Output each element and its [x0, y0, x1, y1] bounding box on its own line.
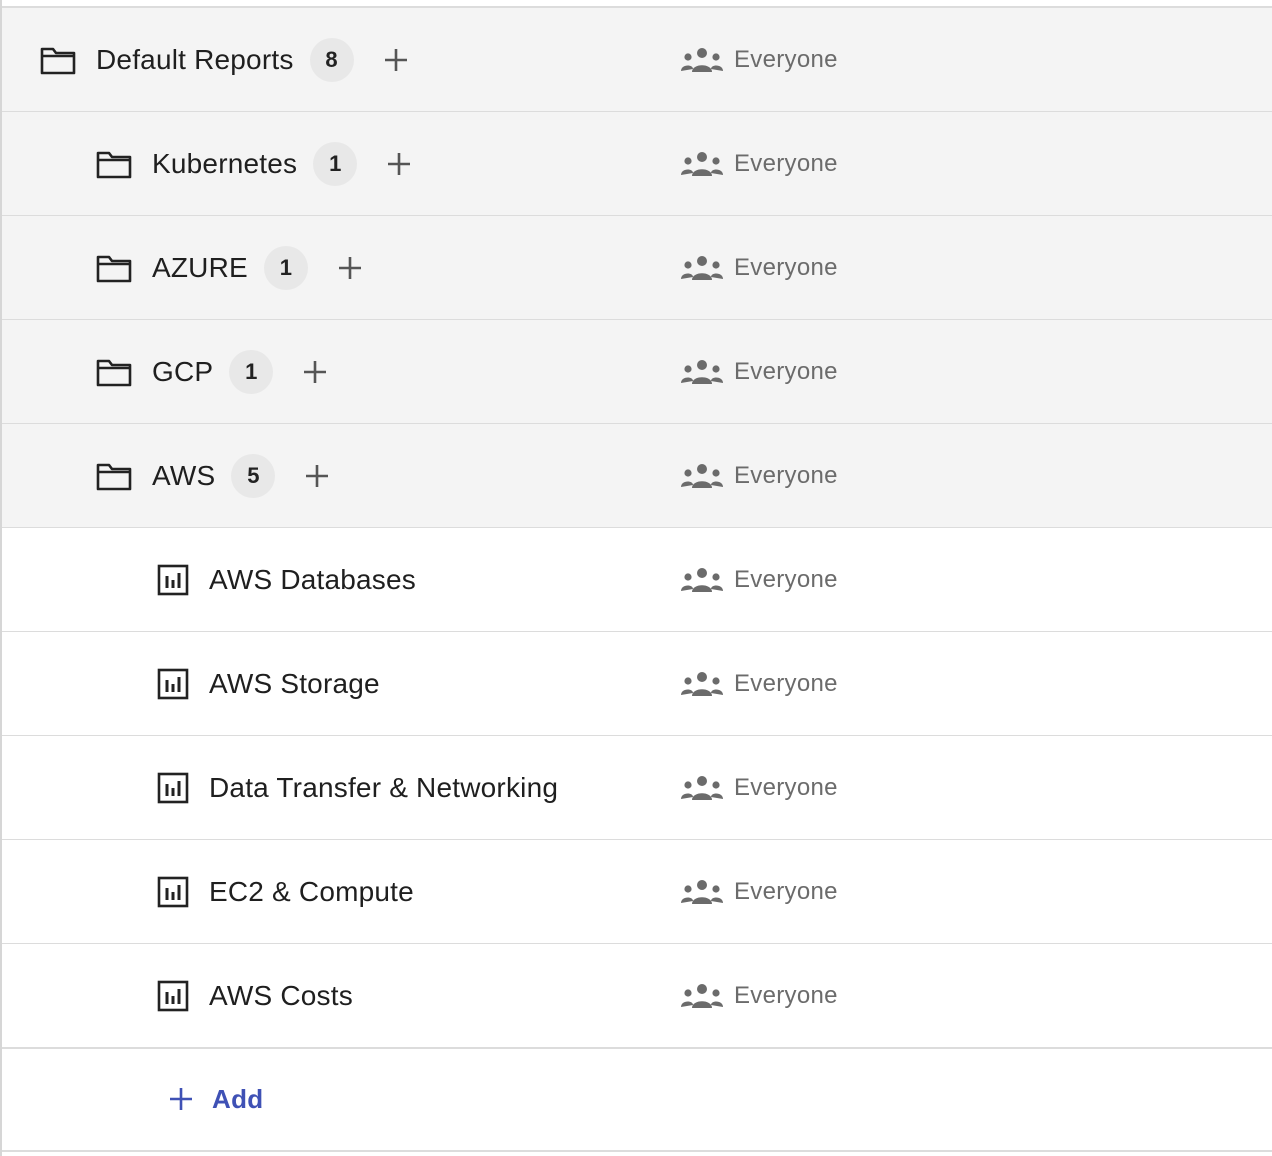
sharing-label: Everyone [734, 981, 838, 1009]
count-badge: 1 [229, 349, 274, 394]
folder-label: Default Reports [96, 43, 294, 75]
folder-name-cell: AWS 5 [96, 424, 337, 527]
report-name-cell: AWS Databases [155, 528, 416, 631]
sharing-label: Everyone [734, 565, 838, 593]
report-row-aws-costs[interactable]: AWS Costs Everyone [2, 944, 1272, 1049]
report-label: EC2 & Compute [209, 875, 414, 907]
folder-label: AWS [152, 459, 216, 491]
plus-icon [338, 256, 361, 279]
bar-chart-icon [155, 562, 191, 598]
sharing-cell: Everyone [680, 736, 838, 839]
add-to-folder-button[interactable] [376, 40, 416, 80]
people-group-icon [681, 879, 723, 904]
plus-icon [388, 152, 411, 175]
add-to-folder-button[interactable] [297, 456, 337, 496]
add-row: Add [2, 1048, 1272, 1152]
sharing-label: Everyone [734, 253, 838, 281]
sharing-label: Everyone [734, 461, 838, 489]
folder-row-kubernetes[interactable]: Kubernetes 1 Everyone [2, 112, 1272, 217]
folder-icon [96, 250, 132, 286]
report-label: AWS Databases [209, 563, 416, 595]
people-group-icon [681, 567, 723, 592]
report-label: AWS Storage [209, 667, 380, 699]
sharing-cell: Everyone [680, 632, 838, 735]
add-to-folder-button[interactable] [379, 144, 419, 184]
bar-chart-icon [155, 978, 191, 1014]
folder-name-cell: Kubernetes 1 [96, 112, 419, 215]
add-report-button[interactable]: Add [168, 1084, 263, 1115]
people-group-icon [681, 463, 723, 488]
count-badge: 8 [309, 37, 354, 82]
folder-icon [96, 354, 132, 390]
sharing-cell: Everyone [680, 424, 838, 527]
report-row-ec2-compute[interactable]: EC2 & Compute Everyone [2, 840, 1272, 945]
report-name-cell: AWS Storage [155, 632, 380, 735]
bar-chart-icon [155, 770, 191, 806]
add-label: Add [212, 1083, 264, 1114]
plus-icon [384, 48, 407, 71]
plus-icon [306, 464, 329, 487]
plus-icon [170, 1088, 192, 1110]
sharing-cell: Everyone [680, 320, 838, 423]
people-group-icon [681, 359, 723, 384]
sharing-label: Everyone [734, 773, 838, 801]
add-to-folder-button[interactable] [295, 352, 335, 392]
sharing-cell: Everyone [680, 112, 838, 215]
sharing-label: Everyone [734, 149, 838, 177]
sharing-cell: Everyone [680, 528, 838, 631]
report-row-data-transfer-networking[interactable]: Data Transfer & Networking Everyone [2, 736, 1272, 841]
report-label: Data Transfer & Networking [209, 771, 559, 803]
count-badge: 1 [313, 141, 358, 186]
report-name-cell: Data Transfer & Networking [155, 736, 558, 839]
people-group-icon [681, 255, 723, 280]
report-tree: Default Reports 8 Everyone Kubernetes 1 … [0, 0, 1272, 1156]
count-badge: 1 [263, 245, 308, 290]
folder-icon [96, 146, 132, 182]
folder-label: GCP [152, 355, 214, 387]
people-group-icon [681, 671, 723, 696]
report-row-aws-storage[interactable]: AWS Storage Everyone [2, 632, 1272, 737]
folder-name-cell: AZURE 1 [96, 216, 370, 319]
sharing-cell: Everyone [680, 216, 838, 319]
folder-label: AZURE [152, 251, 248, 283]
count-badge: 5 [231, 453, 276, 498]
bar-chart-icon [155, 874, 191, 910]
folder-name-cell: GCP 1 [96, 320, 335, 423]
sharing-label: Everyone [734, 877, 838, 905]
folder-label: Kubernetes [152, 147, 298, 179]
people-group-icon [681, 47, 723, 72]
plus-icon [304, 360, 327, 383]
bar-chart-icon [155, 666, 191, 702]
report-label: AWS Costs [209, 979, 353, 1011]
folder-name-cell: Default Reports 8 [40, 8, 416, 111]
sharing-label: Everyone [734, 45, 838, 73]
people-group-icon [681, 983, 723, 1008]
folder-row-default-reports[interactable]: Default Reports 8 Everyone [2, 8, 1272, 113]
folder-icon [96, 458, 132, 494]
folder-row-gcp[interactable]: GCP 1 Everyone [2, 320, 1272, 425]
sharing-cell: Everyone [680, 944, 838, 1047]
report-name-cell: EC2 & Compute [155, 840, 414, 943]
sharing-cell: Everyone [680, 840, 838, 943]
folder-row-aws[interactable]: AWS 5 Everyone [2, 424, 1272, 529]
sharing-cell: Everyone [680, 8, 838, 111]
people-group-icon [681, 151, 723, 176]
add-to-folder-button[interactable] [330, 248, 370, 288]
folder-icon [40, 42, 76, 78]
folder-row-azure[interactable]: AZURE 1 Everyone [2, 216, 1272, 321]
sharing-label: Everyone [734, 357, 838, 385]
report-name-cell: AWS Costs [155, 944, 353, 1047]
people-group-icon [681, 775, 723, 800]
sharing-label: Everyone [734, 669, 838, 697]
report-row-aws-databases[interactable]: AWS Databases Everyone [2, 528, 1272, 633]
